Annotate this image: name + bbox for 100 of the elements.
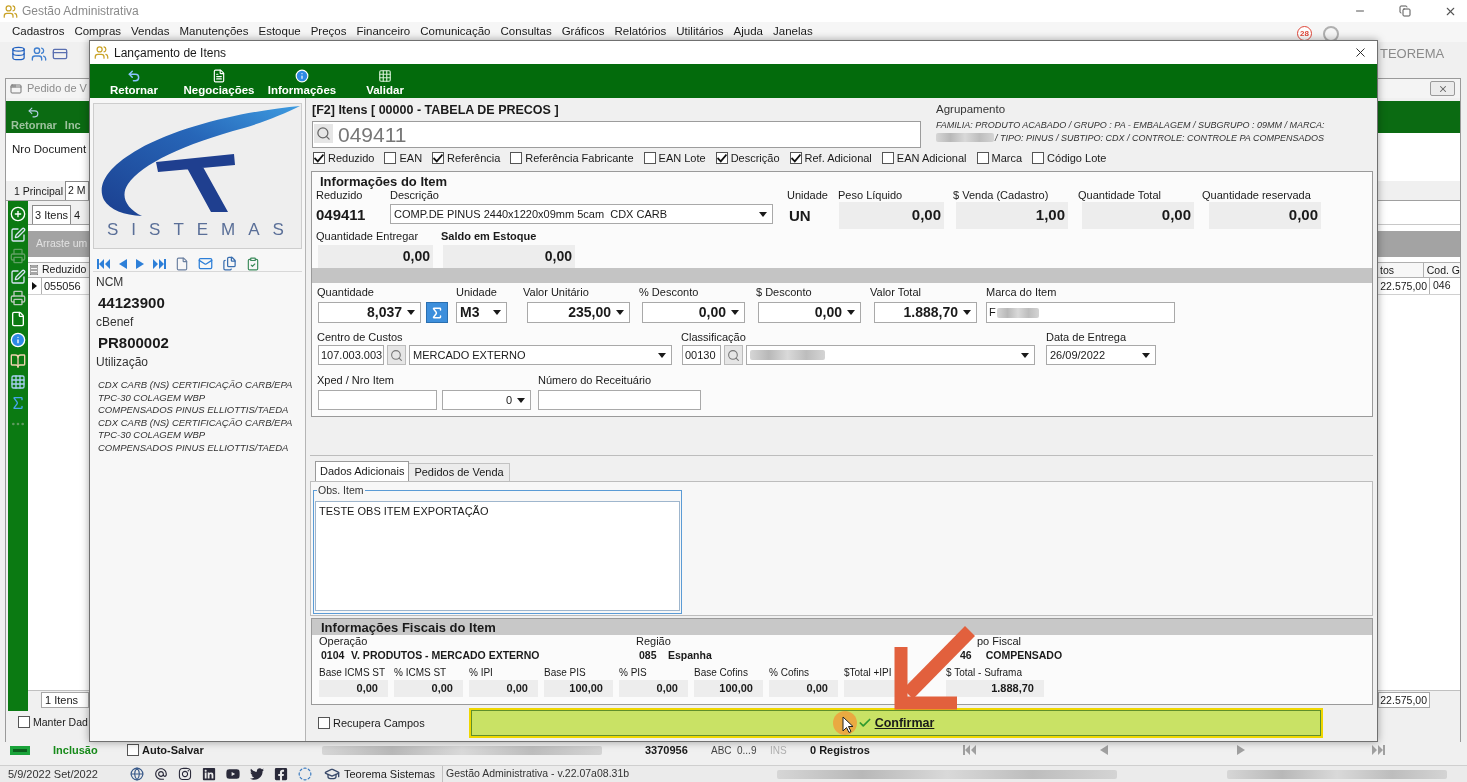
menu-item[interactable]: Preços [310, 24, 347, 38]
menu-item[interactable]: Consultas [500, 24, 552, 38]
dropdown-field[interactable]: M3 [456, 302, 507, 323]
menu-item[interactable]: Utilitários [676, 24, 724, 38]
input-field[interactable] [318, 390, 437, 410]
tab[interactable]: Dados Adicionais [315, 461, 410, 481]
checkbox[interactable] [127, 744, 139, 756]
toolbar-button[interactable]: Validar [360, 69, 410, 97]
printer-icon[interactable] [10, 290, 26, 306]
book-icon[interactable] [10, 353, 26, 369]
database-icon[interactable] [11, 46, 26, 61]
documents-icon[interactable] [222, 256, 237, 271]
search-button[interactable] [387, 345, 406, 365]
tab[interactable]: 4 [71, 207, 84, 224]
menu-item[interactable]: Vendas [131, 24, 170, 38]
checkbox[interactable] [643, 152, 656, 164]
twitter-icon[interactable] [250, 767, 264, 781]
checkbox[interactable] [18, 716, 30, 728]
instagram-icon[interactable] [178, 767, 192, 781]
dropdown-field[interactable]: 8,037 [318, 302, 421, 323]
previous-icon[interactable] [1100, 745, 1108, 755]
checkbox[interactable] [313, 152, 325, 164]
input-field[interactable] [538, 390, 701, 410]
checkbox[interactable] [384, 152, 397, 164]
table-cell-text: 046 [1432, 278, 1451, 294]
toolbar-button[interactable]: Informações [264, 69, 340, 97]
tab[interactable]: Pedidos de Venda [409, 463, 510, 481]
email-icon[interactable] [198, 256, 213, 271]
dropdown-field[interactable]: 0,00 [758, 302, 861, 323]
dropdown-field[interactable]: 0 [442, 390, 531, 410]
dropdown-field[interactable]: 0,00 [642, 302, 745, 323]
dropdown-field[interactable]: 235,00 [527, 302, 630, 323]
checkbox[interactable] [976, 152, 989, 164]
code-field[interactable]: 00130 [682, 345, 721, 365]
checkbox[interactable] [715, 152, 728, 164]
menu-item[interactable]: Comunicação [420, 24, 491, 38]
at-sign-icon[interactable] [154, 767, 168, 781]
document-icon[interactable] [10, 311, 26, 327]
dropdown-field[interactable]: COMP.DE PINUS 2440x1220x09mm 5cam CDX CARB [390, 204, 773, 224]
edit-icon[interactable] [10, 227, 26, 243]
dropdown-field[interactable]: MERCADO EXTERNO [409, 345, 672, 365]
menu-item[interactable]: Cadastros [12, 24, 65, 38]
menu-item[interactable]: Estoque [258, 24, 301, 38]
first-icon[interactable] [97, 258, 110, 269]
document-icon[interactable] [175, 256, 189, 271]
dropdown-field[interactable]: 1.888,70 [874, 302, 977, 323]
sum-button[interactable] [426, 302, 448, 323]
search-field[interactable]: 049411 [312, 121, 921, 148]
menu-item[interactable]: Ajuda [733, 24, 763, 38]
field-label: Quantidade Entregar [316, 230, 420, 243]
next-icon[interactable] [136, 258, 144, 269]
tab[interactable]: 1 Principal [12, 183, 66, 200]
menu-item[interactable]: Manutenções [179, 24, 249, 38]
menu-item[interactable]: Relatórios [614, 24, 667, 38]
checkbox[interactable] [432, 152, 445, 164]
first-icon[interactable] [963, 745, 976, 755]
linkedin-icon[interactable] [202, 767, 216, 781]
dashed-circle-icon[interactable] [298, 767, 312, 781]
toolbar-button[interactable]: Retornar [104, 69, 164, 97]
grid-icon[interactable] [10, 374, 26, 390]
info-icon[interactable] [10, 332, 26, 348]
clipboard-check-icon[interactable] [246, 256, 260, 271]
facebook-icon[interactable] [274, 767, 288, 781]
confirm-button[interactable]: Confirmar [469, 708, 1323, 738]
youtube-icon[interactable] [226, 767, 240, 781]
checkbox[interactable] [881, 152, 894, 164]
field-label: Quantidade reservada [1202, 189, 1312, 202]
edit-icon[interactable] [10, 269, 26, 285]
previous-icon[interactable] [119, 258, 127, 269]
next-icon[interactable] [1237, 745, 1245, 755]
code-field[interactable]: 107.003.003 [318, 345, 384, 365]
readonly-field: 0,00 [469, 680, 538, 697]
checkbox[interactable] [1032, 152, 1045, 164]
notes-field[interactable]: TESTE OBS ITEM EXPORTAÇÃO [315, 501, 680, 611]
users-icon[interactable] [31, 45, 47, 62]
plus-icon[interactable] [10, 206, 26, 222]
readonly-field: 0,00 [318, 245, 433, 268]
menu-item[interactable]: Janelas [773, 24, 813, 38]
tab[interactable]: 3 Itens [32, 205, 72, 224]
menu-item[interactable]: Financeiro [356, 24, 411, 38]
menu-item[interactable]: Gráficos [561, 24, 605, 38]
users-icon [94, 45, 109, 60]
close-icon[interactable] [1353, 45, 1368, 60]
field-label: Xped / Nro Item [317, 374, 396, 387]
checkbox[interactable] [789, 152, 802, 164]
restore-icon[interactable] [1399, 5, 1411, 17]
checkbox-label: EAN Adicional [896, 151, 967, 165]
last-icon[interactable] [1372, 745, 1385, 755]
close-button[interactable] [1430, 81, 1455, 96]
tab[interactable]: 2 M [65, 181, 89, 200]
globe-icon[interactable] [130, 767, 144, 781]
toolbar-button[interactable]: Negociações [181, 69, 257, 97]
input-field[interactable]: F [986, 302, 1175, 323]
checkbox[interactable] [318, 717, 330, 729]
checkbox[interactable] [510, 152, 523, 164]
dropdown-field[interactable] [746, 345, 1035, 365]
last-icon[interactable] [153, 258, 166, 269]
search-button[interactable] [724, 345, 743, 365]
dropdown-field[interactable]: 26/09/2022 [1046, 345, 1156, 365]
menu-item[interactable]: Compras [74, 24, 122, 38]
